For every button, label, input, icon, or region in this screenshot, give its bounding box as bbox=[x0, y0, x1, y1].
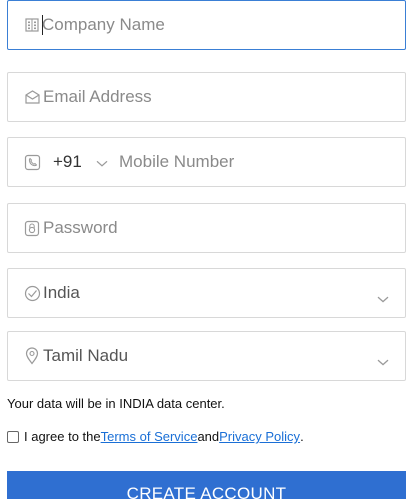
email-placeholder: Email Address bbox=[43, 87, 152, 106]
signup-form: Company Name Email Address +91 Mobile Nu… bbox=[0, 0, 407, 499]
country-value: India bbox=[43, 283, 80, 302]
agreement-row: I agree to the Terms of Service and Priv… bbox=[7, 429, 304, 444]
envelope-icon bbox=[23, 88, 41, 106]
terms-of-service-link[interactable]: Terms of Service bbox=[101, 429, 198, 444]
email-field[interactable]: Email Address bbox=[7, 72, 406, 122]
country-code[interactable]: +91 bbox=[53, 152, 82, 172]
company-name-placeholder: Company Name bbox=[42, 15, 165, 34]
building-icon bbox=[23, 16, 41, 34]
state-select[interactable]: Tamil Nadu bbox=[7, 331, 406, 381]
datacenter-note: Your data will be in INDIA data center. bbox=[7, 396, 225, 411]
globe-icon bbox=[23, 284, 41, 302]
state-value: Tamil Nadu bbox=[43, 346, 129, 365]
agree-checkbox[interactable] bbox=[7, 430, 19, 443]
country-select[interactable]: India bbox=[7, 268, 406, 318]
chevron-down-icon[interactable] bbox=[96, 155, 108, 173]
password-field[interactable]: Password bbox=[7, 203, 406, 253]
location-pin-icon bbox=[23, 347, 41, 365]
phone-icon bbox=[23, 153, 41, 171]
mobile-number-field[interactable]: +91 Mobile Number bbox=[7, 137, 406, 187]
company-name-field[interactable]: Company Name bbox=[7, 0, 406, 50]
privacy-policy-link[interactable]: Privacy Policy bbox=[219, 429, 300, 444]
chevron-down-icon[interactable] bbox=[377, 354, 389, 366]
agree-suffix: . bbox=[300, 429, 304, 444]
chevron-down-icon[interactable] bbox=[377, 291, 389, 303]
lock-icon bbox=[23, 219, 41, 237]
mobile-placeholder: Mobile Number bbox=[119, 152, 235, 171]
password-placeholder: Password bbox=[43, 218, 118, 237]
agree-and: and bbox=[197, 429, 220, 444]
create-account-button[interactable]: CREATE ACCOUNT bbox=[7, 471, 406, 499]
agree-prefix: I agree to the bbox=[24, 429, 101, 444]
